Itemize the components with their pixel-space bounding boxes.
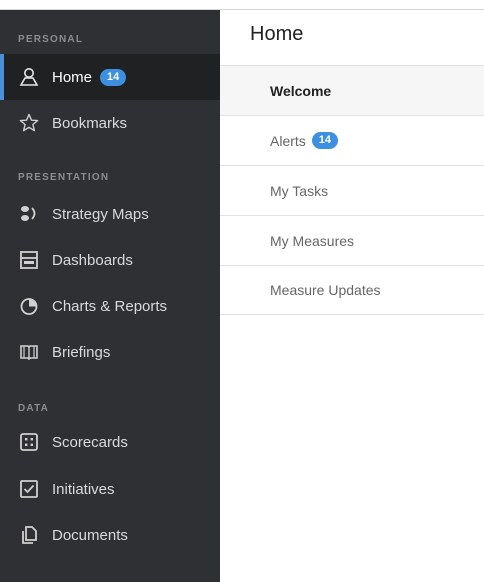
strategy-map-icon <box>18 203 40 225</box>
sidebar-item-label: Scorecards <box>52 433 128 451</box>
sidebar-item-briefings[interactable]: Briefings <box>0 329 220 375</box>
sidebar-item-label: Documents <box>52 526 128 544</box>
subnav-item-alerts[interactable]: Alerts 14 <box>220 115 484 165</box>
dashboard-icon <box>18 249 40 271</box>
section-label-personal: PERSONAL <box>18 34 84 45</box>
sidebar-item-charts-reports[interactable]: Charts & Reports <box>0 283 220 329</box>
sidebar-item-dashboards[interactable]: Dashboards <box>0 237 220 283</box>
sidebar-item-label: Strategy Maps <box>52 205 149 223</box>
book-icon <box>18 341 40 363</box>
sidebar-item-label: Bookmarks <box>52 114 128 132</box>
subnav-item-label: My Tasks <box>270 182 329 199</box>
sidebar-item-label: Charts & Reports <box>52 297 168 315</box>
sidebar-item-strategy-maps[interactable]: Strategy Maps <box>0 191 220 237</box>
home-count-badge: 14 <box>100 68 127 86</box>
document-icon <box>18 524 40 546</box>
sidebar-item-bookmarks[interactable]: Bookmarks <box>0 100 220 146</box>
sidebar-item-documents[interactable]: Documents <box>0 512 220 558</box>
subnav-item-label: Alerts <box>270 132 306 149</box>
subnav-item-label: Measure Updates <box>270 282 381 298</box>
top-border <box>0 0 484 10</box>
sidebar-item-label: Briefings <box>52 343 111 361</box>
subnav-item-my-measures[interactable]: My Measures <box>220 215 484 265</box>
sidebar-item-home[interactable]: Home 14 <box>0 54 220 100</box>
section-label-data: DATA <box>18 403 50 414</box>
sidebar-item-initiatives[interactable]: Initiatives <box>0 466 220 512</box>
user-icon <box>18 66 40 88</box>
checkbox-icon <box>18 478 40 500</box>
sidebar-item-label: Home <box>52 68 93 86</box>
main-content: Home Welcome Alerts 14 My Tasks My Measu… <box>220 10 484 582</box>
section-label-presentation: PRESENTATION <box>18 172 110 183</box>
sidebar-item-label: Dashboards <box>52 251 133 269</box>
sidebar: PERSONAL Home 14 Bookmarks PRESENTATION … <box>0 10 220 582</box>
sidebar-item-scorecards[interactable]: Scorecards <box>0 419 220 465</box>
subnav-item-label: Welcome <box>270 82 332 99</box>
scorecard-icon <box>18 431 40 453</box>
sidebar-item-label: Initiatives <box>52 480 115 498</box>
subnav-item-welcome[interactable]: Welcome <box>220 65 484 115</box>
alerts-count-badge: 14 <box>311 132 339 149</box>
subnav-item-my-tasks[interactable]: My Tasks <box>220 165 484 215</box>
star-icon <box>18 112 40 134</box>
subnav-item-measure-updates[interactable]: Measure Updates <box>220 265 484 315</box>
home-subnav: Welcome Alerts 14 My Tasks My Measures M… <box>220 65 484 315</box>
page-title: Home <box>250 23 304 45</box>
subnav-item-label: My Measures <box>270 232 355 249</box>
pie-chart-icon <box>18 295 40 317</box>
